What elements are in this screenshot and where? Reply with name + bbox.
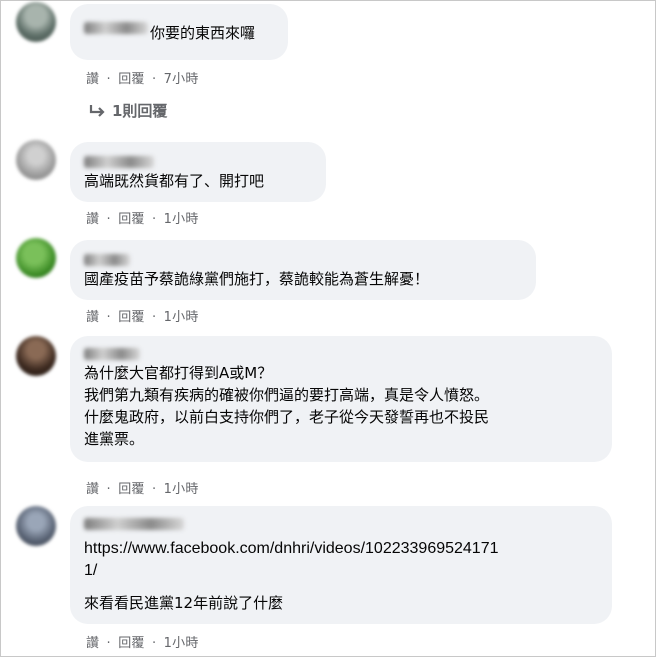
- commenter-name[interactable]: [84, 152, 312, 170]
- avatar[interactable]: [16, 506, 56, 546]
- reply-link[interactable]: 回覆: [118, 478, 144, 497]
- separator: ·: [151, 310, 157, 325]
- separator: ·: [106, 636, 111, 651]
- separator: ·: [151, 636, 157, 651]
- separator: ·: [151, 72, 157, 87]
- comment-bubble: https://www.facebook.com/dnhri/videos/10…: [70, 506, 612, 624]
- commenter-name[interactable]: [84, 18, 148, 36]
- avatar[interactable]: [16, 2, 56, 42]
- timestamp[interactable]: 1小時: [164, 478, 199, 497]
- comment-bubble: 高端既然貨都有了、開打吧: [70, 142, 326, 202]
- timestamp[interactable]: 7小時: [164, 68, 199, 87]
- timestamp[interactable]: 1小時: [164, 632, 199, 651]
- commenter-name[interactable]: [84, 344, 598, 362]
- reply-count: 1則回覆: [112, 102, 168, 120]
- timestamp[interactable]: 1小時: [164, 208, 199, 227]
- like-link[interactable]: 讚: [86, 478, 99, 497]
- separator: ·: [106, 72, 111, 87]
- reply-link[interactable]: 回覆: [118, 306, 144, 325]
- avatar[interactable]: [16, 336, 56, 376]
- commenter-name[interactable]: [84, 250, 522, 268]
- comment-text-line: 為什麼大官都打得到A或M？: [84, 364, 273, 382]
- timestamp[interactable]: 1小時: [164, 306, 199, 325]
- comment-text-line: 來看看民進黨12年前說了什麼: [84, 594, 284, 612]
- reply-link[interactable]: 回覆: [118, 68, 144, 87]
- like-link[interactable]: 讚: [86, 208, 99, 227]
- video-link[interactable]: https://www.facebook.com/dnhri/videos/10…: [84, 538, 598, 560]
- comment-text-line: 什麼鬼政府，以前白支持你們了，老子從今天發誓再也不投民: [84, 408, 490, 426]
- separator: ·: [106, 310, 111, 325]
- avatar[interactable]: [16, 140, 56, 180]
- comment-actions: 讚 · 回覆 · 1小時: [86, 632, 199, 651]
- avatar[interactable]: [16, 238, 56, 278]
- reply-link[interactable]: 回覆: [118, 208, 144, 227]
- video-link-continued[interactable]: 1/: [84, 560, 598, 582]
- comment-bubble: 你要的東西來囉: [70, 4, 288, 60]
- comment-actions: 讚 · 回覆 · 1小時: [86, 208, 199, 227]
- separator: ·: [106, 212, 111, 227]
- like-link[interactable]: 讚: [86, 68, 99, 87]
- reply-link[interactable]: 回覆: [118, 632, 144, 651]
- comment-actions: 讚 · 回覆 · 1小時: [86, 306, 199, 325]
- separator: ·: [151, 482, 157, 497]
- comment-actions: 讚 · 回覆 · 7小時: [86, 68, 199, 87]
- comment-bubble: 為什麼大官都打得到A或M？ 我們第九類有疾病的確被你們逼的要打高端，真是令人憤怒…: [70, 336, 612, 462]
- comment-text: 國產疫苗予蔡詭綠黨們施打，蔡詭較能為蒼生解憂！: [84, 270, 430, 288]
- comment-text-line: 進黨票。: [84, 430, 145, 448]
- comment-bubble: 國產疫苗予蔡詭綠黨們施打，蔡詭較能為蒼生解憂！: [70, 240, 536, 300]
- like-link[interactable]: 讚: [86, 632, 99, 651]
- comment-text: 你要的東西來囉: [150, 24, 256, 42]
- separator: ·: [106, 482, 111, 497]
- separator: ·: [151, 212, 157, 227]
- comment-text: 高端既然貨都有了、開打吧: [84, 172, 265, 190]
- view-replies-link[interactable]: 1則回覆: [88, 100, 167, 123]
- comment-actions: 讚 · 回覆 · 1小時: [86, 478, 199, 497]
- like-link[interactable]: 讚: [86, 306, 99, 325]
- comment-text-line: 我們第九類有疾病的確被你們逼的要打高端，真是令人憤怒。: [84, 386, 490, 404]
- commenter-name[interactable]: [84, 514, 598, 532]
- reply-arrow-icon: [88, 103, 106, 123]
